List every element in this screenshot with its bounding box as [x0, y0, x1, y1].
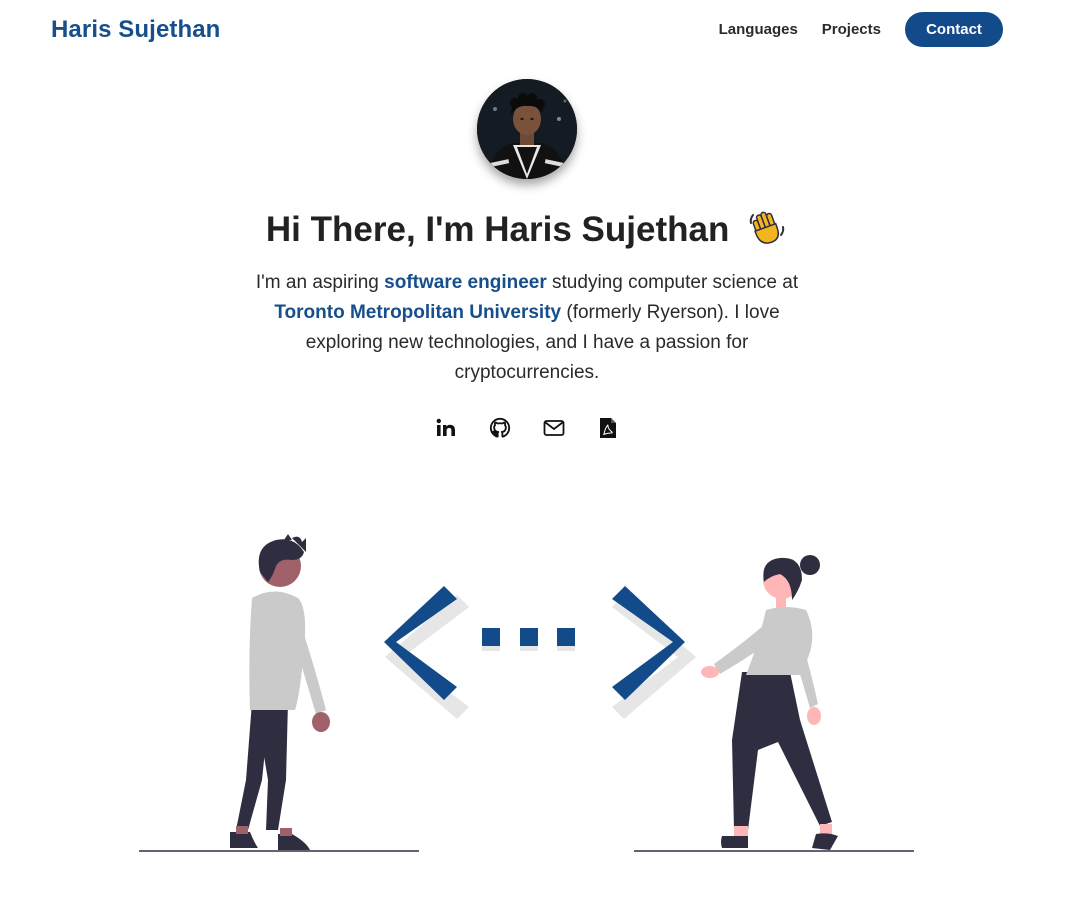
email-icon[interactable]	[542, 416, 566, 440]
linkedin-icon[interactable]	[434, 416, 458, 440]
brand-link[interactable]: Haris Sujethan	[51, 16, 220, 44]
avatar	[477, 79, 577, 179]
hero-title: Hi There, I'm Haris Sujethan	[0, 207, 1053, 256]
hero-bio: I'm an aspiring software engineer studyi…	[242, 268, 812, 388]
hero-illustration	[130, 530, 930, 865]
waving-hand-icon	[747, 207, 787, 256]
pdf-resume-icon[interactable]	[596, 416, 620, 440]
contact-button[interactable]: Contact	[905, 12, 1003, 47]
code-brackets	[384, 586, 696, 719]
social-links	[0, 416, 1053, 440]
nav-projects-link[interactable]: Projects	[822, 21, 881, 38]
university-link[interactable]: Toronto Metropolitan University	[274, 302, 561, 323]
bio-text: I'm an aspiring	[255, 272, 385, 293]
nav-languages-link[interactable]: Languages	[719, 21, 798, 38]
woman-figure	[701, 555, 838, 850]
hero-title-text: Hi There, I'm Haris Sujethan	[265, 210, 730, 249]
man-figure	[230, 534, 330, 850]
software-engineer-link[interactable]: software engineer	[384, 272, 547, 293]
top-nav: Languages Projects Contact	[695, 12, 1003, 47]
github-icon[interactable]	[488, 416, 512, 440]
bio-text: studying computer science at	[546, 272, 799, 293]
page: Haris Sujethan Languages Projects Contac…	[0, 0, 1083, 898]
